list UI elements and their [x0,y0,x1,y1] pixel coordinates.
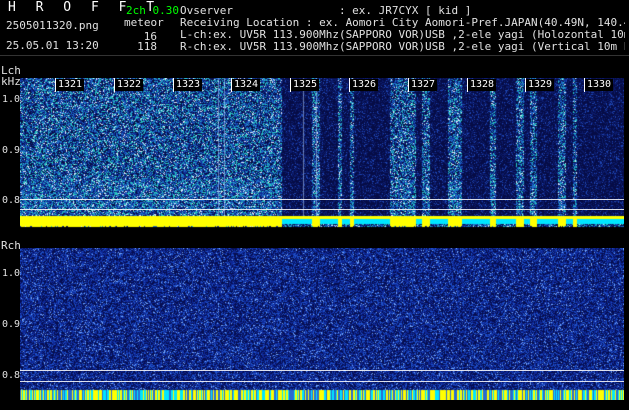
lch-waterfall [20,78,624,230]
mode-label: meteor [124,16,164,29]
rch-waterfall [20,248,624,400]
lch-unit-label: kHz [1,75,21,88]
time-marker-label: 1326 [350,79,379,91]
rch-ytick: 1.0 [2,268,21,279]
time-marker-label: 1328 [468,79,497,91]
header-divider [0,55,629,56]
filename-label: 2505011320.png [6,19,99,32]
lch-ref-line [20,199,624,200]
time-marker-label: 1321 [56,79,85,91]
lch-ref-line [20,209,624,210]
rch-ref-line [20,381,624,382]
lch-ytick: 1.0 [2,94,21,105]
rch-info-line: R-ch:ex. UV5R 113.900Mhz(SAPPORO VOR)USB… [180,40,625,53]
datetime-label: 25.05.01 13:20 [6,39,99,52]
lch-ytick: 0.9 [2,145,21,156]
rch-ytick: 0.8 [2,370,21,381]
rch-label: Rch [1,239,21,252]
rch-ytick: 0.9 [2,319,21,330]
time-marker-label: 1323 [174,79,203,91]
rch-count: 118 [137,40,157,53]
lch-ytick: 0.8 [2,195,21,206]
time-marker-label: 1329 [526,79,555,91]
time-marker-label: 1322 [115,79,144,91]
rch-ref-line [20,370,624,371]
time-marker-label: 1330 [585,79,614,91]
time-marker-label: 1324 [232,79,261,91]
time-marker-label: 1327 [409,79,438,91]
time-marker-label: 1325 [291,79,320,91]
